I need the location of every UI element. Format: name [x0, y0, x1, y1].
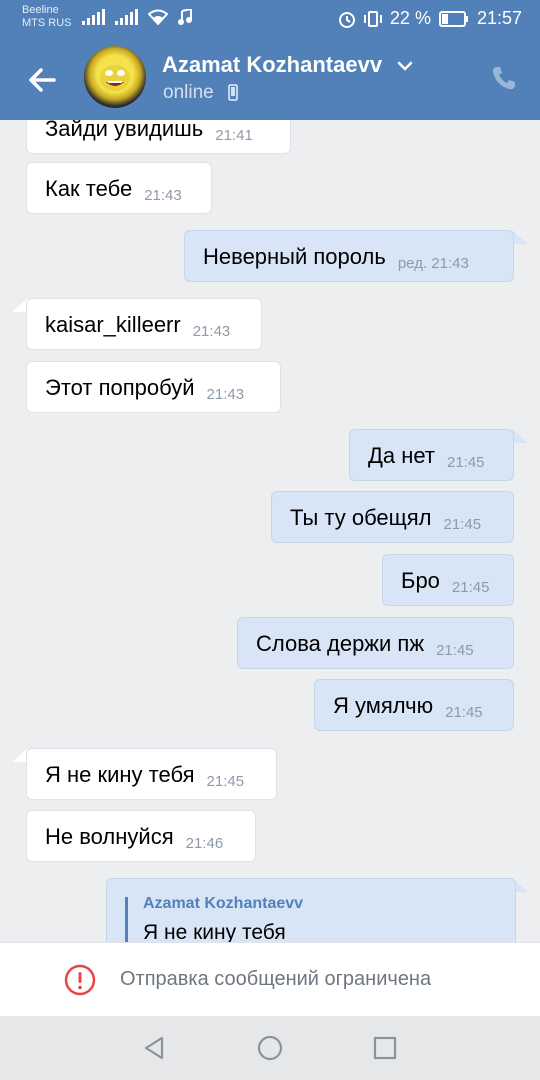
message-text: Слова держи пж	[256, 631, 425, 656]
quoted-text: Я не кину тебя	[143, 921, 286, 942]
message-bubble-outgoing[interactable]: Бро 21:45	[382, 554, 514, 606]
bubble-tail	[512, 230, 528, 244]
battery-percent: 22 %	[389, 8, 431, 28]
message-time: 21:45	[436, 642, 474, 659]
message-time: 21:43	[192, 323, 231, 340]
mobile-icon	[228, 84, 238, 101]
message-bubble-outgoing[interactable]: Слова держи пж 21:45	[237, 617, 514, 669]
carrier-info: Beeline MTS RUS	[22, 4, 72, 30]
alarm-icon	[338, 11, 355, 28]
online-status: online	[163, 82, 214, 103]
message-bubble-outgoing[interactable]: Неверный пороль ред. 21:43	[184, 230, 514, 282]
restricted-message: Отправка сообщений ограничена	[120, 968, 432, 990]
message-bubble-incoming[interactable]: Зайди увидишь 21:41	[26, 120, 291, 154]
vibrate-icon	[363, 10, 382, 27]
back-arrow-icon	[29, 68, 56, 92]
avatar-face-image	[100, 65, 130, 91]
warning-icon	[64, 964, 96, 996]
quote-bar	[125, 897, 128, 942]
carrier-1: Beeline	[22, 4, 59, 16]
avatar[interactable]	[84, 46, 146, 108]
system-nav-bar	[0, 1016, 540, 1080]
message-time: 21:43	[206, 386, 245, 403]
clock: 21:57	[476, 8, 522, 28]
nav-home-icon[interactable]	[256, 1034, 284, 1062]
status-left-icons	[82, 9, 192, 25]
message-time: 21:43	[144, 187, 182, 204]
phone-icon[interactable]	[490, 64, 518, 92]
message-time: 21:45	[445, 704, 483, 721]
message-bubble-incoming[interactable]: Этот попробуй 21:43	[26, 361, 281, 413]
message-text: Зайди увидишь	[45, 120, 204, 141]
message-bubble-outgoing[interactable]: Ты ту обещял 21:45	[271, 491, 514, 543]
signal-2-icon	[115, 9, 138, 25]
quoted-author: Azamat Kozhantaevv	[143, 895, 304, 912]
message-list[interactable]: Зайди увидишь 21:41 Как тебе 21:43 Неверны…	[0, 120, 540, 942]
message-bubble-incoming[interactable]: Я не кину тебя 21:45	[26, 748, 277, 800]
nav-recents-icon[interactable]	[371, 1034, 399, 1062]
message-time: 21:41	[215, 127, 253, 144]
music-icon	[178, 9, 192, 25]
message-time: 21:45	[451, 579, 490, 596]
message-text: Я не кину тебя	[45, 762, 195, 787]
message-bubble-outgoing[interactable]: Да нет 21:45	[349, 429, 514, 481]
messaging-restricted-bar: Отправка сообщений ограничена	[0, 942, 540, 1016]
chevron-down-icon[interactable]	[396, 60, 414, 72]
message-text: Бро	[401, 568, 440, 593]
carrier-2: MTS RUS	[22, 17, 72, 29]
nav-back-icon[interactable]	[140, 1034, 168, 1062]
signal-1-icon	[82, 9, 105, 25]
message-bubble-outgoing[interactable]: Я умялчю 21:45	[314, 679, 514, 731]
message-bubble-incoming[interactable]: Не волнуйся 21:46	[26, 810, 256, 862]
message-bubble-incoming[interactable]: Как тебе 21:43	[26, 162, 212, 214]
message-text: Этот попробуй	[45, 375, 195, 400]
message-text: kaisar_killeerr	[45, 312, 181, 337]
message-text: Я умялчю	[333, 693, 434, 718]
reply-message-bubble[interactable]: Azamat Kozhantaevv Я не кину тебя	[106, 878, 516, 942]
message-time: 21:46	[185, 835, 224, 852]
contact-name[interactable]: Azamat Kozhantaevv	[162, 52, 382, 78]
wifi-icon	[148, 9, 168, 25]
chat-header: Azamat Kozhantaevv online	[0, 40, 540, 120]
bubble-tail	[512, 429, 528, 443]
message-time: 21:45	[443, 516, 482, 533]
battery-icon	[438, 10, 468, 27]
message-bubble-incoming[interactable]: kaisar_killeerr 21:43	[26, 298, 262, 350]
message-text: Не волнуйся	[45, 824, 174, 849]
status-right: 22 % 21:57	[338, 8, 522, 29]
message-text: Как тебе	[45, 176, 133, 201]
message-text: Да нет	[368, 443, 435, 468]
message-time: 21:45	[206, 773, 245, 790]
message-time: ред. 21:43	[397, 255, 469, 272]
message-text: Ты ту обещял	[290, 505, 432, 530]
message-text: Неверный пороль	[203, 244, 386, 269]
message-time: 21:45	[446, 454, 485, 471]
status-bar: Beeline MTS RUS 22 % 21:57	[0, 0, 540, 40]
back-button[interactable]	[22, 60, 62, 100]
